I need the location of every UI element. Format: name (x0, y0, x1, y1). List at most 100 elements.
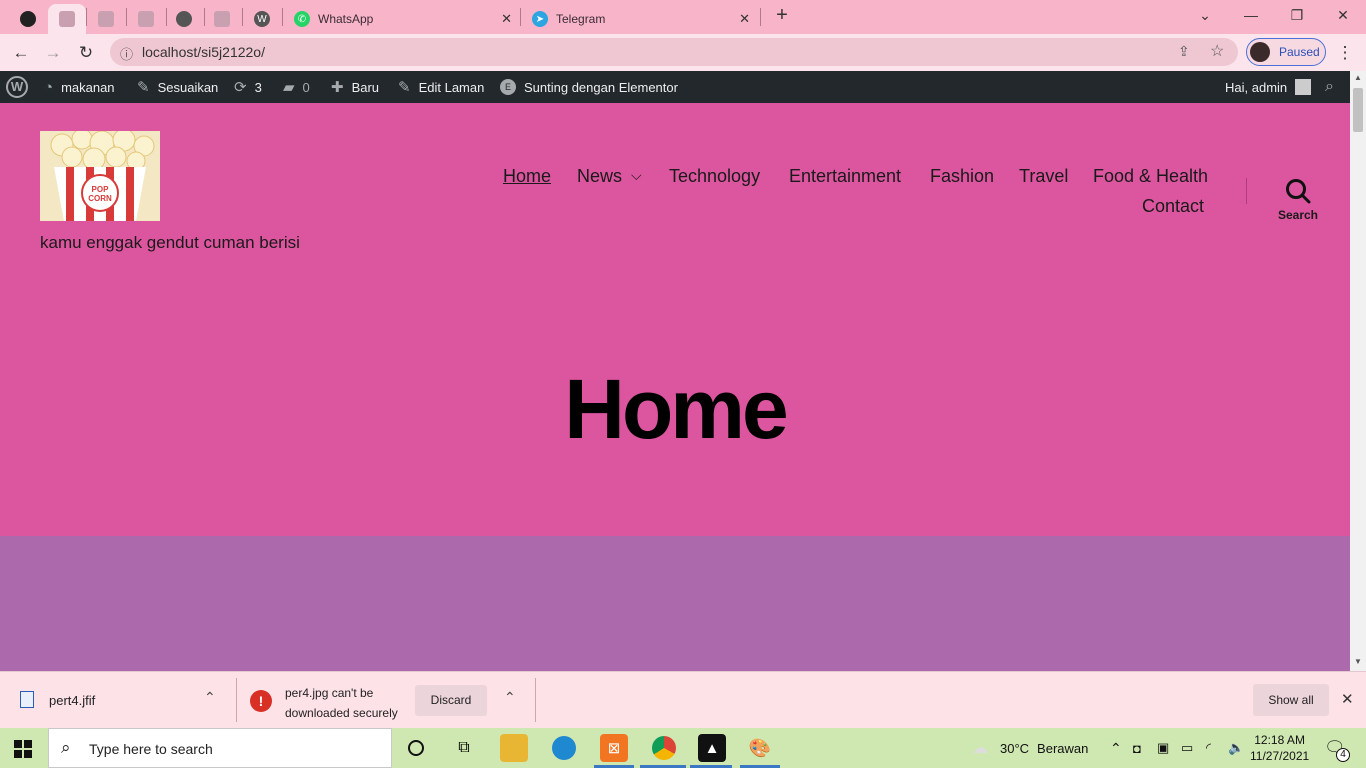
search-toggle-button[interactable]: Search (1262, 178, 1334, 234)
photos-icon[interactable]: ▲ (698, 734, 726, 762)
menu-item-travel[interactable]: Travel (1019, 166, 1068, 187)
restore-button[interactable]: ❐ (1285, 5, 1309, 25)
address-bar[interactable]: ⓘ localhost/si5j2122o/ ⇪ ☆ (110, 38, 1238, 66)
warning-line-1: per4.jpg can't be (285, 686, 374, 700)
cortana-icon[interactable] (402, 734, 430, 762)
forward-button[interactable]: → (42, 42, 64, 64)
search-icon: ⌕ (61, 738, 71, 757)
share-icon[interactable]: ⇪ (1178, 43, 1190, 60)
taskbar-search-box[interactable]: ⌕ Type here to search (48, 728, 392, 768)
chrome-icon[interactable] (650, 734, 678, 762)
edit-page-label: Edit Laman (418, 79, 485, 95)
meet-now-icon[interactable]: ◘ (1133, 728, 1141, 768)
elementor-link[interactable]: E Sunting dengan Elementor (500, 71, 678, 103)
menu-item-food-health[interactable]: Food & Health (1093, 166, 1208, 187)
my-account-link[interactable]: Hai, admin (1225, 71, 1312, 103)
chevron-up-icon[interactable]: ⌃ (504, 689, 516, 706)
menu-kebab-icon[interactable]: ⋮ (1334, 42, 1356, 64)
edge-icon[interactable] (550, 734, 578, 762)
tab-whatsapp[interactable]: ✆ WhatsApp ✕ (286, 4, 520, 34)
volume-icon[interactable]: 🔈 (1228, 728, 1244, 768)
search-placeholder: Type here to search (89, 741, 213, 757)
scrollbar-thumb[interactable] (1353, 88, 1363, 132)
bookmark-star-icon[interactable]: ☆ (1210, 41, 1224, 61)
scroll-up-arrow-icon[interactable]: ▲ (1354, 73, 1362, 82)
wordpress-icon: W (254, 11, 270, 27)
tab-site-5[interactable] (208, 4, 236, 34)
xampp-icon[interactable]: ⊠ (600, 734, 628, 762)
updates-link[interactable]: ⟳ 3 (234, 71, 262, 103)
clock[interactable]: 12:18 AM 11/27/2021 (1250, 728, 1309, 768)
close-window-button[interactable]: ✕ (1331, 5, 1355, 25)
file-icon (20, 691, 34, 708)
tab-search-chevron-icon[interactable]: ⌄ (1193, 5, 1217, 25)
site-logo[interactable]: POP CORN (40, 131, 160, 221)
new-content-link[interactable]: ✚ Baru (331, 71, 379, 103)
globe-icon (176, 11, 192, 27)
search-icon[interactable]: ⌕ (1325, 71, 1334, 103)
search-icon (1286, 179, 1311, 204)
onedrive-icon[interactable]: ▣ (1157, 728, 1169, 768)
tab-separator (282, 8, 283, 26)
discard-button[interactable]: Discard (415, 685, 487, 716)
close-icon[interactable]: ✕ (501, 11, 512, 27)
tab-wordpress[interactable]: W (248, 4, 276, 34)
tab-separator (86, 8, 87, 26)
customize-label: Sesuaikan (157, 79, 219, 95)
chevron-down-icon[interactable]: ⌵ (631, 167, 642, 184)
date: 11/27/2021 (1250, 749, 1310, 763)
tab-site-3[interactable] (132, 4, 160, 34)
new-tab-button[interactable]: + (770, 5, 794, 25)
close-icon[interactable]: ✕ (1341, 690, 1354, 708)
minimize-button[interactable]: — (1239, 5, 1263, 25)
github-icon (20, 11, 36, 27)
chevron-up-icon[interactable]: ⌃ (204, 689, 216, 706)
battery-icon[interactable]: ▭ (1181, 728, 1193, 768)
close-icon[interactable]: ✕ (739, 11, 750, 27)
weather-widget[interactable]: ☁ 30°C Berawan (972, 728, 1088, 768)
customize-link[interactable]: ✎ Sesuaikan (137, 71, 218, 103)
download-bar: pert4.jfif ⌃ ! per4.jpg can't be downloa… (0, 671, 1366, 728)
windows-start-icon[interactable] (14, 740, 32, 763)
reload-button[interactable]: ↻ (75, 42, 97, 64)
page-scrollbar[interactable]: ▲ ▼ (1350, 71, 1366, 671)
tab-globe[interactable] (170, 4, 198, 34)
file-explorer-icon[interactable] (500, 734, 528, 762)
wp-logo-icon[interactable]: W (6, 71, 28, 103)
whatsapp-icon: ✆ (294, 11, 310, 27)
download-item-filename[interactable]: pert4.jfif (49, 693, 95, 708)
notification-center-icon[interactable]: 🗨 4 (1324, 728, 1350, 768)
tab-title: Telegram (556, 12, 606, 26)
comments-link[interactable]: ▰ 0 (283, 71, 310, 103)
cloud-sun-icon: ☁ (972, 740, 988, 757)
menu-item-contact[interactable]: Contact (1142, 196, 1204, 217)
scroll-down-arrow-icon[interactable]: ▼ (1354, 657, 1362, 666)
menu-item-fashion[interactable]: Fashion (930, 166, 994, 187)
tab-active[interactable] (48, 4, 86, 34)
elementor-label: Sunting dengan Elementor (524, 79, 678, 95)
tab-telegram[interactable]: ➤ Telegram ✕ (524, 4, 758, 34)
site-favicon-icon (59, 11, 75, 27)
info-icon[interactable]: ⓘ (120, 44, 133, 63)
site-name-link[interactable]: ◔ makanan (44, 71, 115, 103)
menu-item-home[interactable]: Home (503, 166, 551, 187)
profile-button[interactable]: Paused (1246, 38, 1326, 66)
search-label: Search (1277, 208, 1319, 222)
tab-separator (520, 8, 521, 26)
browser-tab-strip: W ✆ WhatsApp ✕ ➤ Telegram ✕ + ⌄ — ❐ ✕ (0, 0, 1366, 34)
menu-item-news[interactable]: News (577, 166, 622, 187)
tab-separator (126, 8, 127, 26)
task-view-icon[interactable]: ⧉ (450, 734, 478, 762)
back-button[interactable]: ← (10, 42, 32, 64)
paint-icon[interactable]: 🎨 (746, 734, 774, 762)
menu-item-entertainment[interactable]: Entertainment (789, 166, 901, 187)
wifi-icon[interactable]: ◜ (1206, 728, 1211, 768)
show-all-button[interactable]: Show all (1253, 684, 1329, 716)
menu-item-technology[interactable]: Technology (669, 166, 760, 187)
tab-site-2[interactable] (92, 4, 120, 34)
tray-chevron-up-icon[interactable]: ⌃ (1110, 728, 1122, 768)
wp-admin-bar: W ◔ makanan ✎ Sesuaikan ⟳ 3 ▰ 0 ✚ Baru ✎ Edit … (0, 71, 1350, 103)
edit-page-link[interactable]: ✎ Edit Laman (398, 71, 484, 103)
tab-github[interactable] (14, 4, 42, 34)
dashboard-icon: ◔ (44, 78, 54, 96)
